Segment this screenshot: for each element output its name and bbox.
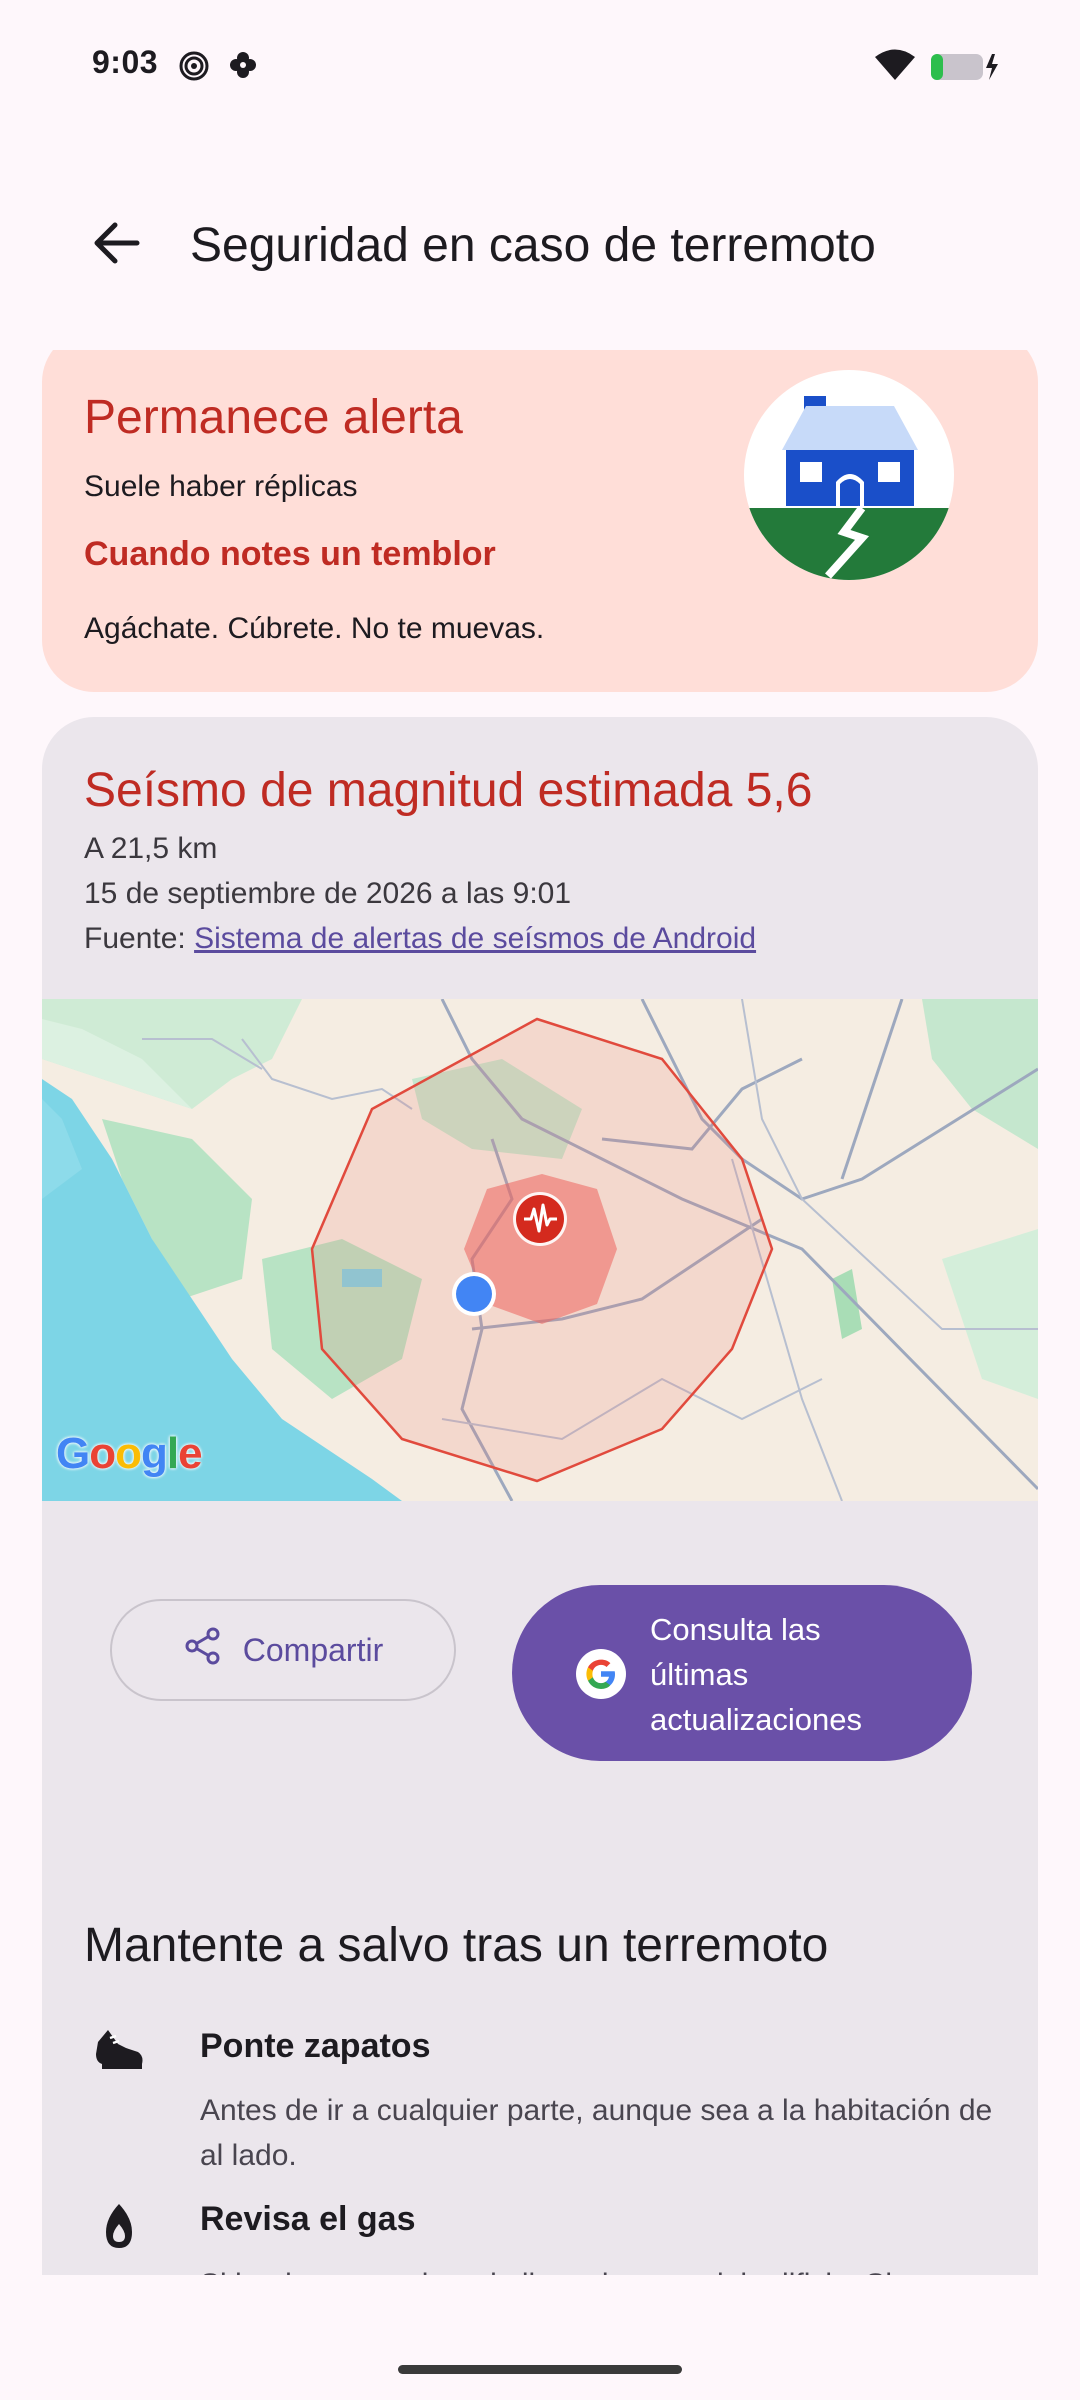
source-label: Fuente: — [84, 922, 186, 955]
arrow-back-icon — [91, 221, 141, 270]
share-button[interactable]: Compartir — [110, 1599, 456, 1701]
google-g-icon — [576, 1649, 626, 1699]
house-earthquake-illustration — [744, 370, 954, 580]
earthquake-title: Seísmo de magnitud estimada 5,6 — [84, 764, 813, 817]
tip-title-gas: Revisa el gas — [200, 2200, 416, 2238]
alert-subtitle: Suele haber réplicas — [84, 470, 358, 503]
tip-body-shoes: Antes de ir a cualquier parte, aunque se… — [200, 2094, 993, 2172]
safety-title: Mantente a salvo tras un terremoto — [84, 1919, 829, 1972]
share-label: Compartir — [242, 1631, 384, 1668]
status-bar: 9:03 — [0, 0, 1080, 130]
screen: 9:03 Seguridad en caso de terremoto Perm… — [0, 0, 1080, 2400]
status-time: 9:03 — [92, 44, 159, 80]
latest-updates-line-2: últimas — [650, 1657, 749, 1692]
latest-updates-line-3: actualizaciones — [650, 1702, 862, 1737]
source-link[interactable]: Sistema de alertas de seísmos de Android — [194, 922, 756, 955]
alert-title: Permanece alerta — [84, 391, 463, 444]
latest-updates-label: Consulta las últimas actualizaciones — [650, 1607, 950, 1742]
share-icon — [183, 1626, 223, 1674]
earthquake-map[interactable]: Google — [42, 999, 1038, 1501]
earthquake-distance: A 21,5 km — [84, 832, 218, 865]
wifi-icon — [874, 48, 916, 87]
alert-heading: Cuando notes un temblor — [84, 535, 496, 573]
page-title: Seguridad en caso de terremoto — [190, 219, 876, 272]
hotspot-icon — [178, 50, 210, 87]
alert-card: Permanece alerta Suele haber réplicas Cu… — [42, 350, 1038, 692]
alert-instruction: Agáchate. Cúbrete. No te muevas. — [84, 612, 545, 645]
earthquake-source: Fuente: Sistema de alertas de seísmos de… — [84, 922, 756, 956]
pinwheel-icon — [228, 50, 258, 85]
latest-updates-button[interactable]: Consulta las últimas actualizaciones — [512, 1585, 972, 1761]
google-logo: Google — [56, 1429, 203, 1478]
flame-icon — [92, 2200, 146, 2254]
tip-body-gas: Si huele a gas, cierra la llave de paso … — [200, 2262, 1000, 2275]
safety-card: Mantente a salvo tras un terremoto Ponte… — [42, 1870, 1038, 2275]
app-bar: Seguridad en caso de terremoto — [0, 190, 1080, 300]
battery-charging-icon — [930, 52, 1002, 87]
latest-updates-line-1: Consulta las — [650, 1612, 821, 1647]
earthquake-datetime: 15 de septiembre de 2026 a las 9:01 — [84, 877, 572, 910]
back-button[interactable] — [70, 208, 162, 282]
content-scroll[interactable]: Permanece alerta Suele haber réplicas Cu… — [0, 350, 1080, 2275]
tip-title-shoes: Ponte zapatos — [200, 2027, 431, 2065]
home-indicator[interactable] — [398, 2365, 682, 2374]
shoe-icon — [92, 2022, 146, 2076]
